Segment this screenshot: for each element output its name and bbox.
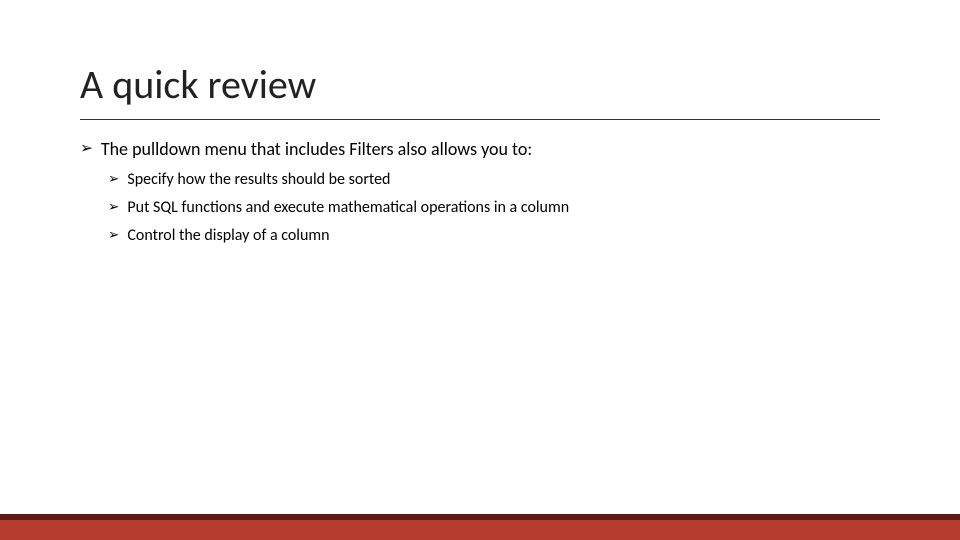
bullet-sub-text: Put SQL functions and execute mathematic… <box>127 197 569 219</box>
bullet-sub: ➢ Specify how the results should be sort… <box>108 169 880 191</box>
slide-content: A quick review ➢ The pulldown menu that … <box>0 0 960 246</box>
bullet-sub-text: Control the display of a column <box>127 225 329 247</box>
bullet-sub: ➢ Put SQL functions and execute mathemat… <box>108 197 880 219</box>
bullet-main-text: The pulldown menu that includes Filters … <box>101 138 532 161</box>
slide-title: A quick review <box>80 60 880 120</box>
chevron-right-icon: ➢ <box>108 197 119 217</box>
bullet-sub-text: Specify how the results should be sorted <box>127 169 390 191</box>
chevron-right-icon: ➢ <box>108 169 119 189</box>
bullet-sub: ➢ Control the display of a column <box>108 225 880 247</box>
chevron-right-icon: ➢ <box>80 138 93 161</box>
footer-band-bottom <box>0 520 960 540</box>
chevron-right-icon: ➢ <box>108 225 119 245</box>
slide-footer-band <box>0 514 960 540</box>
bullet-main: ➢ The pulldown menu that includes Filter… <box>80 138 880 161</box>
